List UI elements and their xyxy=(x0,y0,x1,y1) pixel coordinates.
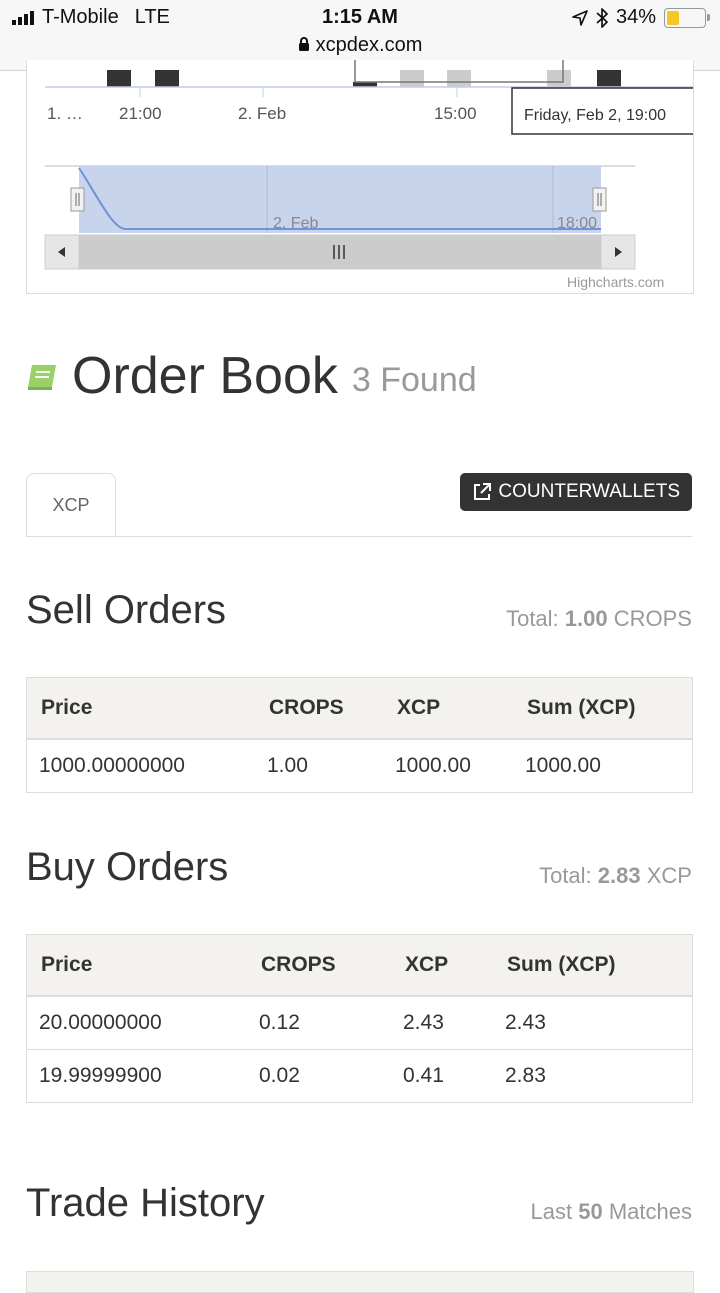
page-title: Order Book xyxy=(72,347,338,405)
volume-bar xyxy=(547,70,571,87)
navigator-mask xyxy=(79,166,601,233)
chart-svg: 1. … 21:00 2. Feb 15:00 Friday, Feb 2, 1… xyxy=(44,60,693,290)
sell-orders-table: Price CROPS XCP Sum (XCP) 1000.00000000 … xyxy=(26,677,693,793)
buy-total-label: Total: xyxy=(539,863,592,888)
column-header[interactable]: CROPS xyxy=(247,934,391,997)
location-arrow-icon xyxy=(572,9,588,26)
column-header[interactable]: Sum (XCP) xyxy=(513,677,693,740)
buy-total-unit: XCP xyxy=(646,863,692,888)
table-row[interactable]: 1000.00000000 1.00 1000.00 1000.00 xyxy=(26,738,693,793)
navigator-handle-right[interactable] xyxy=(592,187,607,212)
cell-xcp: 1000.00 xyxy=(383,738,513,793)
table-header-row: Price CROPS XCP Sum (XCP) xyxy=(26,677,693,740)
sell-total-unit: CROPS xyxy=(613,606,692,631)
cell-crops: 0.02 xyxy=(247,1049,391,1103)
sell-total: Total: 1.00 CROPS xyxy=(506,606,692,632)
tooltip-text: Friday, Feb 2, 19:00 xyxy=(524,107,666,124)
battery-icon xyxy=(664,7,710,28)
volume-bar xyxy=(447,70,471,87)
table-row[interactable]: 19.99999900 0.02 0.41 2.83 xyxy=(26,1049,693,1103)
column-header[interactable]: Sum (XCP) xyxy=(493,934,693,997)
address-bar[interactable]: xcpdex.com xyxy=(0,34,720,57)
trade-history-value: 50 xyxy=(578,1199,603,1224)
sell-total-label: Total: xyxy=(506,606,559,631)
buy-total-value: 2.83 xyxy=(597,863,641,888)
column-header[interactable]: XCP xyxy=(391,934,493,997)
navigator-label: 2. Feb xyxy=(273,215,318,232)
table-header-row: Price CROPS XCP Sum (XCP) xyxy=(26,934,693,997)
tab-xcp[interactable]: XCP xyxy=(26,473,116,536)
buy-orders-table: Price CROPS XCP Sum (XCP) 20.00000000 0.… xyxy=(26,934,693,1103)
column-header[interactable]: Price xyxy=(26,677,255,740)
price-chart[interactable]: 1. … 21:00 2. Feb 15:00 Friday, Feb 2, 1… xyxy=(26,60,694,294)
x-tick-label: 15:00 xyxy=(434,104,477,123)
cell-sum: 1000.00 xyxy=(513,738,693,793)
url-text: xcpdex.com xyxy=(315,34,423,56)
lock-icon xyxy=(298,37,309,51)
cell-sum: 2.43 xyxy=(493,995,693,1050)
volume-bar xyxy=(597,70,621,87)
sell-orders-title: Sell Orders xyxy=(26,588,227,632)
found-count: 3 Found xyxy=(351,360,477,399)
status-icons: 34% xyxy=(572,6,710,29)
volume-bar xyxy=(155,70,179,87)
buy-total: Total: 2.83 XCP xyxy=(539,863,692,889)
sell-total-value: 1.00 xyxy=(564,606,608,631)
order-book-heading: Order Book 3 Found xyxy=(26,346,477,406)
chart-scrollbar[interactable] xyxy=(44,234,636,270)
volume-bar xyxy=(400,70,424,87)
x-tick-label: 2. Feb xyxy=(238,104,286,123)
trade-history-count: Last 50 Matches xyxy=(531,1199,692,1225)
cell-price: 19.99999900 xyxy=(26,1049,247,1103)
trade-history-title: Trade History xyxy=(26,1181,265,1225)
cell-xcp: 0.41 xyxy=(391,1049,493,1103)
chart-tooltip: Friday, Feb 2, 19:00 xyxy=(511,87,693,135)
column-header[interactable]: XCP xyxy=(383,677,513,740)
counterwallets-button[interactable]: COUNTERWALLETS xyxy=(460,473,692,511)
navigator-label: 18:00 xyxy=(557,215,597,232)
column-header[interactable]: CROPS xyxy=(255,677,383,740)
external-link-icon xyxy=(474,483,492,500)
cell-xcp: 2.43 xyxy=(391,995,493,1050)
cell-crops: 1.00 xyxy=(255,738,383,793)
column-header[interactable]: Price xyxy=(26,934,247,997)
book-icon xyxy=(28,365,56,390)
cell-price: 1000.00000000 xyxy=(26,738,255,793)
cell-price: 20.00000000 xyxy=(26,995,247,1050)
cell-sum: 2.83 xyxy=(493,1049,693,1103)
scrollbar-thumb[interactable] xyxy=(79,235,601,269)
battery-percent: 34% xyxy=(615,6,656,28)
trade-history-label: Last xyxy=(530,1199,573,1224)
cell-crops: 0.12 xyxy=(247,995,391,1050)
trade-history-table-top xyxy=(26,1271,694,1293)
buy-orders-title: Buy Orders xyxy=(26,845,229,889)
trade-history-unit: Matches xyxy=(608,1199,692,1224)
volume-bar xyxy=(107,70,131,87)
table-row[interactable]: 20.00000000 0.12 2.43 2.43 xyxy=(26,995,693,1050)
x-tick-label: 21:00 xyxy=(119,104,162,123)
x-tick-label: 1. … xyxy=(47,104,83,123)
navigator-handle-left[interactable] xyxy=(70,187,85,212)
bluetooth-icon xyxy=(596,7,608,28)
counterwallets-label: COUNTERWALLETS xyxy=(498,481,680,502)
chart-credits[interactable]: Highcharts.com xyxy=(567,274,664,290)
tab-bar: XCP COUNTERWALLETS xyxy=(26,473,692,537)
